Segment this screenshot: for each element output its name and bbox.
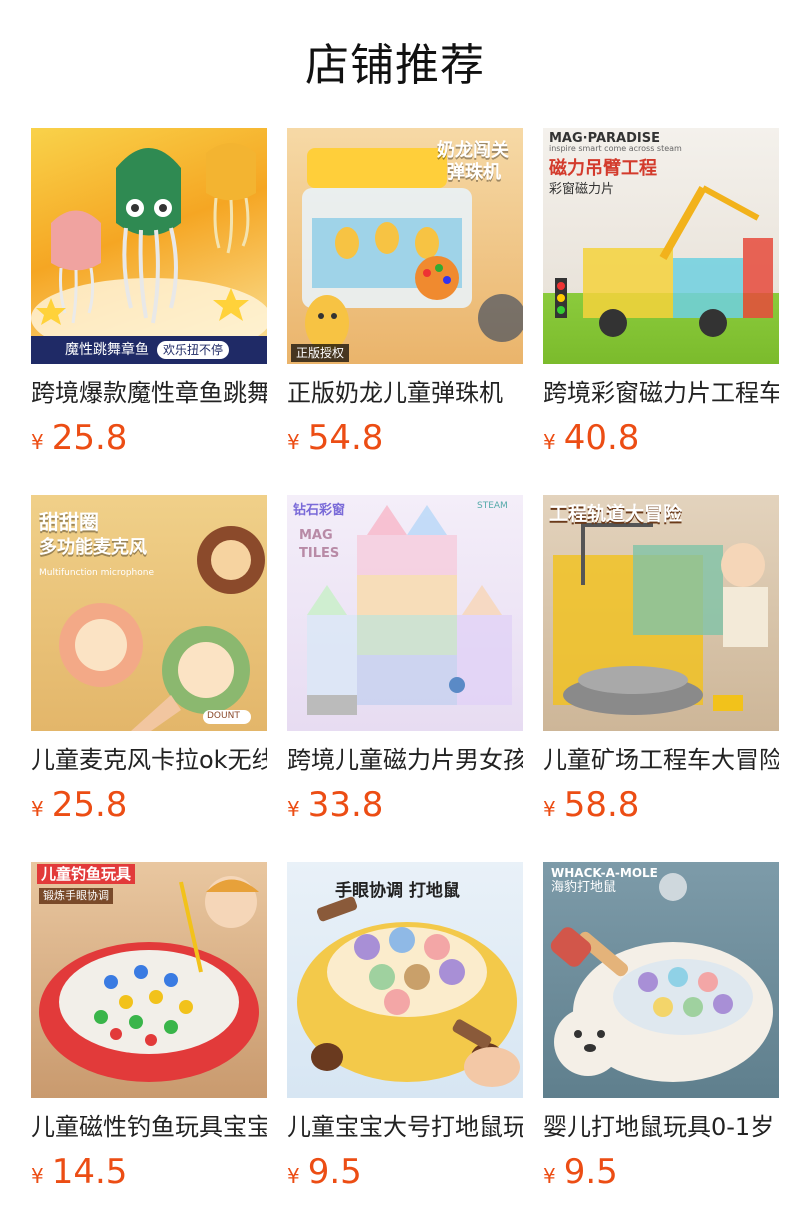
- product-image[interactable]: 工程轨道大冒险: [543, 495, 779, 731]
- product-image[interactable]: 钻石彩窗 MAG TILES STEAM: [287, 495, 523, 731]
- price-value: 40.8: [563, 418, 640, 458]
- image-headline-2: 弹珠机: [447, 162, 501, 183]
- product-card[interactable]: 钻石彩窗 MAG TILES STEAM 跨境儿童磁力片男女孩 ¥33.8: [287, 495, 523, 825]
- price-value: 9.5: [563, 1152, 618, 1192]
- image-headline: 手眼协调 打地鼠: [335, 881, 460, 901]
- product-price: ¥33.8: [287, 785, 523, 825]
- octopus-illustration: [31, 143, 267, 358]
- product-price: ¥9.5: [287, 1152, 523, 1192]
- currency-symbol: ¥: [543, 1164, 556, 1188]
- image-sub: MAG TILES: [299, 528, 340, 561]
- image-corner: STEAM: [477, 501, 508, 511]
- product-image[interactable]: 手眼协调 打地鼠: [287, 862, 523, 1098]
- seal-whack-a-mole-illustration: [550, 873, 773, 1082]
- product-card[interactable]: 儿童钓鱼玩具 锻炼手眼协调 儿童磁性钓鱼玩具宝宝 ¥14.5: [31, 862, 267, 1192]
- product-name[interactable]: 儿童矿场工程车大冒险: [543, 745, 779, 775]
- price-value: 25.8: [51, 785, 128, 825]
- product-name[interactable]: 跨境爆款魔性章鱼跳舞: [31, 378, 267, 408]
- product-price: ¥14.5: [31, 1152, 267, 1192]
- product-price: ¥58.8: [543, 785, 779, 825]
- product-name[interactable]: 婴儿打地鼠玩具0-1岁: [543, 1112, 779, 1142]
- image-headline: 甜甜圈: [39, 510, 99, 534]
- product-name[interactable]: 跨境彩窗磁力片工程车: [543, 378, 779, 408]
- price-value: 33.8: [307, 785, 384, 825]
- product-image[interactable]: 甜甜圈 多功能麦克风 Multifunction microphone DOUN…: [31, 495, 267, 731]
- product-price: ¥25.8: [31, 785, 267, 825]
- product-price: ¥40.8: [543, 418, 779, 458]
- currency-symbol: ¥: [31, 797, 44, 821]
- product-image[interactable]: MAG·PARADISE inspire smart come across s…: [543, 128, 779, 364]
- product-card[interactable]: 奶龙闯关 弹珠机 正版授权 正版奶龙儿童弹珠机 ¥54.8: [287, 128, 523, 458]
- image-tag: DOUNT: [207, 711, 240, 721]
- price-value: 54.8: [307, 418, 384, 458]
- currency-symbol: ¥: [543, 430, 556, 454]
- image-badge: 正版授权: [291, 344, 350, 362]
- image-sub: Multifunction microphone: [39, 568, 155, 578]
- section-title: 店铺推荐: [305, 40, 485, 91]
- product-name[interactable]: 跨境儿童磁力片男女孩: [287, 745, 523, 775]
- currency-symbol: ¥: [31, 1164, 44, 1188]
- currency-symbol: ¥: [543, 797, 556, 821]
- currency-symbol: ¥: [31, 430, 44, 454]
- currency-symbol: ¥: [287, 430, 300, 454]
- product-name[interactable]: 正版奶龙儿童弹珠机: [287, 378, 523, 408]
- product-image[interactable]: 儿童钓鱼玩具 锻炼手眼协调: [31, 862, 267, 1098]
- image-headline: 海豹打地鼠: [551, 880, 617, 895]
- image-tagline: inspire smart come across steam: [549, 144, 682, 153]
- product-price: ¥9.5: [543, 1152, 779, 1192]
- product-image[interactable]: 魔性跳舞章鱼 欢乐扭不停: [31, 128, 267, 364]
- currency-symbol: ¥: [287, 797, 300, 821]
- image-headline: 钻石彩窗: [293, 503, 346, 518]
- image-sub: 锻炼手眼协调: [39, 888, 113, 904]
- product-name[interactable]: 儿童磁性钓鱼玩具宝宝: [31, 1112, 267, 1142]
- product-card[interactable]: 工程轨道大冒险 儿童矿场工程车大冒险 ¥58.8: [543, 495, 779, 825]
- image-headline: 工程轨道大冒险: [549, 503, 683, 525]
- product-card[interactable]: WHACK-A-MOLE 海豹打地鼠 婴儿打地鼠玩具0-1岁 ¥9.5: [543, 862, 779, 1192]
- bottom-bar-pill: 欢乐扭不停: [157, 341, 230, 359]
- price-value: 25.8: [51, 418, 128, 458]
- product-card[interactable]: 魔性跳舞章鱼 欢乐扭不停 跨境爆款魔性章鱼跳舞 ¥25.8: [31, 128, 267, 458]
- price-value: 9.5: [307, 1152, 362, 1192]
- image-headline: 奶龙闯关: [437, 140, 509, 161]
- price-value: 14.5: [51, 1152, 128, 1192]
- product-name[interactable]: 儿童宝宝大号打地鼠玩具: [287, 1112, 523, 1142]
- image-headline: 磁力吊臂工程: [549, 158, 657, 179]
- image-headline: 儿童钓鱼玩具: [37, 864, 136, 884]
- product-price: ¥25.8: [31, 418, 267, 458]
- mine-track-illustration: [553, 515, 768, 715]
- bottom-bar-text: 魔性跳舞章鱼: [65, 342, 149, 358]
- product-card[interactable]: 手眼协调 打地鼠 儿童宝宝大号打地鼠玩具 ¥9.5: [287, 862, 523, 1192]
- product-image[interactable]: WHACK-A-MOLE 海豹打地鼠: [543, 862, 779, 1098]
- product-name[interactable]: 儿童麦克风卡拉ok无线: [31, 745, 267, 775]
- product-card[interactable]: 甜甜圈 多功能麦克风 Multifunction microphone DOUN…: [31, 495, 267, 825]
- price-value: 58.8: [563, 785, 640, 825]
- image-headline-2: 多功能麦克风: [39, 537, 147, 558]
- product-image[interactable]: 奶龙闯关 弹珠机 正版授权: [287, 128, 523, 364]
- product-card[interactable]: MAG·PARADISE inspire smart come across s…: [543, 128, 779, 458]
- product-price: ¥54.8: [287, 418, 523, 458]
- product-grid: 魔性跳舞章鱼 欢乐扭不停 跨境爆款魔性章鱼跳舞 ¥25.8 奶龙闯关 弹珠机 正…: [31, 128, 781, 1192]
- currency-symbol: ¥: [287, 1164, 300, 1188]
- image-bottom-bar: 魔性跳舞章鱼 欢乐扭不停: [31, 336, 267, 364]
- image-sub: 彩窗磁力片: [549, 182, 615, 197]
